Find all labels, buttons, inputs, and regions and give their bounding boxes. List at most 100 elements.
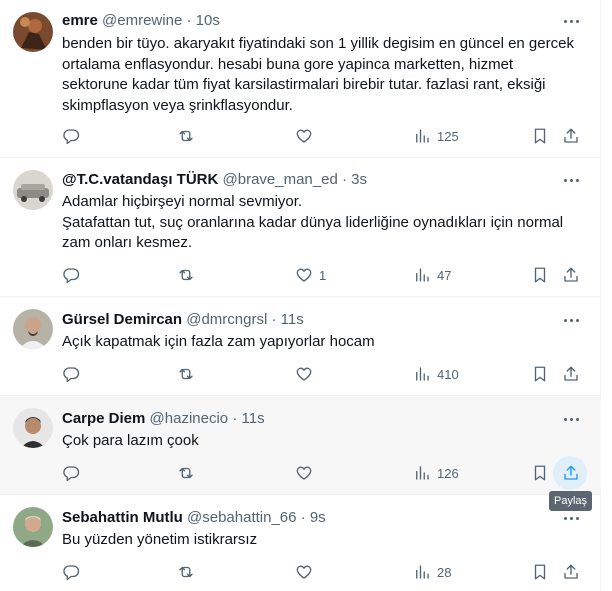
- retweet-button[interactable]: [177, 126, 195, 146]
- share-button[interactable]: [562, 265, 580, 285]
- user-handle[interactable]: @emrewine: [102, 12, 182, 29]
- user-handle[interactable]: @hazinecio: [150, 410, 229, 427]
- tweet[interactable]: Gürsel Demircan @dmrcngrsl · 11s Açık ka…: [0, 297, 601, 396]
- tweet[interactable]: @T.C.vatandaşı TÜRK @brave_man_ed · 3s A…: [0, 158, 601, 297]
- views-button[interactable]: 410: [413, 364, 459, 384]
- user-handle[interactable]: @brave_man_ed: [223, 171, 338, 188]
- display-name[interactable]: Gürsel Demircan: [62, 311, 182, 328]
- like-button[interactable]: [295, 463, 319, 483]
- display-name[interactable]: @T.C.vatandaşı TÜRK: [62, 171, 218, 188]
- bookmark-icon: [534, 366, 546, 382]
- reply-icon: [63, 466, 80, 482]
- tweet-header: Sebahattin Mutlu @sebahattin_66 · 9s: [62, 508, 326, 528]
- more-icon[interactable]: [559, 170, 583, 190]
- separator: ·: [341, 171, 347, 188]
- more-icon[interactable]: [559, 310, 583, 330]
- avatar[interactable]: [13, 309, 53, 349]
- views-button[interactable]: 47: [413, 265, 451, 285]
- share-tooltip: Paylaş: [549, 491, 592, 511]
- tweet[interactable]: emre @emrewine · 10s benden bir tüyo. ak…: [0, 0, 601, 158]
- like-icon: [296, 466, 312, 480]
- share-icon: [564, 564, 578, 579]
- more-icon[interactable]: [559, 508, 583, 528]
- like-icon: [296, 129, 312, 143]
- reply-icon: [63, 565, 80, 581]
- like-button[interactable]: 1: [295, 265, 326, 285]
- like-button[interactable]: [295, 364, 319, 384]
- retweet-icon: [179, 269, 193, 281]
- timestamp[interactable]: 10s: [196, 12, 220, 29]
- like-icon: [296, 565, 312, 579]
- reply-button[interactable]: [62, 265, 80, 285]
- view-count: 125: [437, 128, 459, 144]
- avatar[interactable]: [13, 507, 53, 547]
- action-bar: 1 47: [62, 265, 592, 285]
- display-name[interactable]: Carpe Diem: [62, 410, 145, 427]
- share-button[interactable]: [562, 364, 580, 384]
- reply-button[interactable]: [62, 126, 80, 146]
- bookmark-icon: [534, 465, 546, 481]
- view-count: 28: [437, 564, 452, 580]
- timestamp[interactable]: 3s: [351, 171, 367, 188]
- tweet-text: Bu yüzden yönetim istikrarsız: [62, 531, 258, 548]
- reply-button[interactable]: [62, 364, 80, 384]
- share-button[interactable]: [562, 126, 580, 146]
- share-button[interactable]: [562, 562, 580, 582]
- share-icon: [564, 366, 578, 381]
- reply-button[interactable]: [62, 463, 80, 483]
- view-count: 47: [437, 267, 452, 283]
- view-count: 410: [437, 366, 459, 382]
- share-icon: [564, 267, 578, 282]
- tweet-header: Carpe Diem @hazinecio · 11s: [62, 409, 265, 429]
- share-button[interactable]: [562, 463, 580, 483]
- user-handle[interactable]: @dmrcngrsl: [186, 311, 267, 328]
- tweet[interactable]: Sebahattin Mutlu @sebahattin_66 · 9s Bu …: [0, 495, 601, 591]
- view-count: 126: [437, 465, 459, 481]
- views-button[interactable]: 28: [413, 562, 451, 582]
- like-icon: [296, 367, 312, 381]
- bookmark-icon: [534, 267, 546, 283]
- retweet-icon: [179, 130, 193, 142]
- action-bar: 125: [62, 126, 592, 146]
- reply-feed: emre @emrewine · 10s benden bir tüyo. ak…: [0, 0, 601, 591]
- action-bar: 410: [62, 364, 592, 384]
- reply-icon: [63, 367, 80, 383]
- bookmark-button[interactable]: [531, 562, 549, 582]
- retweet-button[interactable]: [177, 265, 195, 285]
- avatar[interactable]: [13, 408, 53, 448]
- tweet-text: Adamlar hiçbirşeyi normal sevmiyor. Şata…: [62, 193, 564, 251]
- avatar[interactable]: [13, 12, 53, 52]
- views-button[interactable]: 125: [413, 126, 459, 146]
- timestamp[interactable]: 9s: [310, 509, 326, 526]
- avatar[interactable]: [13, 170, 53, 210]
- like-button[interactable]: [295, 562, 319, 582]
- bookmark-button[interactable]: [531, 463, 549, 483]
- retweet-button[interactable]: [177, 463, 195, 483]
- reply-icon: [63, 268, 80, 284]
- views-icon: [416, 565, 429, 579]
- more-icon[interactable]: [559, 409, 583, 429]
- tweet-text: Açık kapatmak için fazla zam yapıyorlar …: [62, 333, 375, 350]
- display-name[interactable]: emre: [62, 12, 98, 29]
- retweet-button[interactable]: [177, 562, 195, 582]
- more-icon[interactable]: [559, 11, 583, 31]
- user-handle[interactable]: @sebahattin_66: [187, 509, 296, 526]
- separator: ·: [186, 12, 192, 29]
- bookmark-button[interactable]: [531, 364, 549, 384]
- tweet-text: benden bir tüyo. akaryakıt fiyatindaki s…: [62, 35, 574, 114]
- retweet-button[interactable]: [177, 364, 195, 384]
- views-button[interactable]: 126: [413, 463, 459, 483]
- display-name[interactable]: Sebahattin Mutlu: [62, 509, 183, 526]
- retweet-icon: [179, 368, 193, 380]
- separator: ·: [300, 509, 306, 526]
- bookmark-button[interactable]: [531, 265, 549, 285]
- reply-icon: [63, 129, 80, 145]
- timestamp[interactable]: 11s: [242, 410, 265, 427]
- tweet[interactable]: Carpe Diem @hazinecio · 11s Çok para laz…: [0, 396, 601, 495]
- bookmark-button[interactable]: [531, 126, 549, 146]
- timestamp[interactable]: 11s: [281, 311, 304, 328]
- like-button[interactable]: [295, 126, 319, 146]
- action-bar: 28: [62, 562, 592, 582]
- reply-button[interactable]: [62, 562, 80, 582]
- views-icon: [416, 466, 429, 480]
